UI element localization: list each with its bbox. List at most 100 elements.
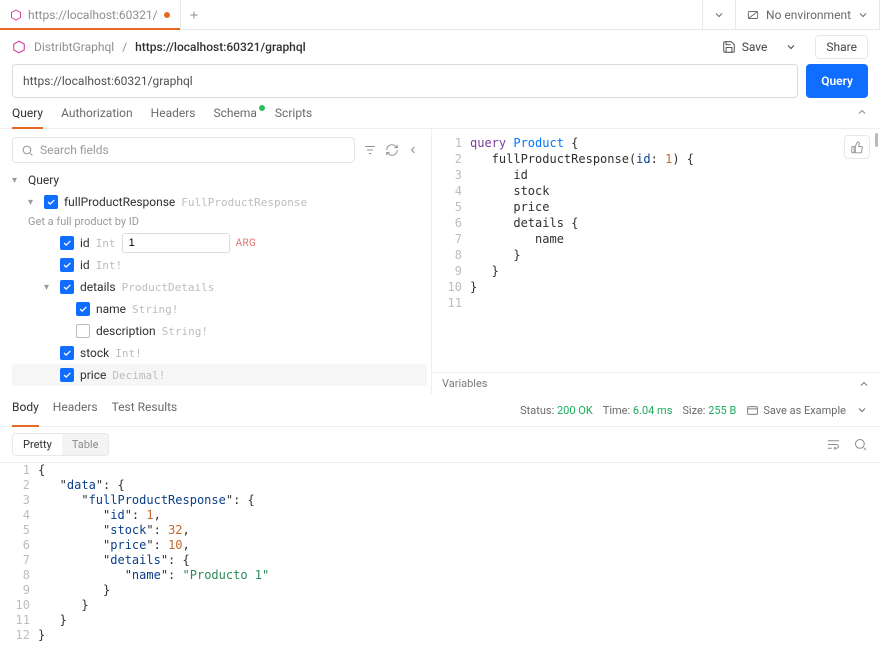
field-name: details [80,280,116,294]
checkbox[interactable] [60,236,74,250]
breadcrumb-item[interactable]: https://localhost:60321/graphql [135,40,306,54]
schema-field-id[interactable]: id Int! [12,254,427,276]
response-body[interactable]: 123456789101112 { "data": { "fullProduct… [0,462,880,643]
query-editor-panel: 1234567891011 query Product { fullProduc… [432,129,880,394]
checkbox[interactable] [60,368,74,382]
field-name: id [80,258,90,272]
collapse-request-button[interactable] [856,106,868,128]
view-mode-segment: Pretty Table [12,433,109,456]
chevron-down-icon [713,9,725,21]
chevron-down-icon: ▾ [28,197,38,208]
chevron-down-icon: ▾ [44,282,54,293]
save-as-example-button[interactable]: Save as Example [746,404,846,417]
response-tab-testresults[interactable]: Test Results [112,400,178,420]
tab-scripts[interactable]: Scripts [275,106,312,128]
environment-label: No environment [766,8,851,22]
filter-button[interactable] [363,143,377,157]
editor-code[interactable]: query Product { fullProductResponse(id: … [470,135,880,311]
breadcrumb-sep: / [122,40,127,54]
save-label: Save [742,40,768,54]
tab-schema[interactable]: Schema [213,106,256,128]
tab-overflow-button[interactable] [703,0,736,29]
arg-tag: ARG [236,238,257,249]
response-tab-body[interactable]: Body [12,400,39,420]
tab-schema-label: Schema [213,106,256,120]
checkbox[interactable] [60,280,74,294]
schema-field-stock[interactable]: stock Int! [12,342,427,364]
checkbox[interactable] [76,302,90,316]
send-query-button[interactable]: Query [806,64,868,98]
tab-headers[interactable]: Headers [151,106,196,128]
refresh-schema-button[interactable] [385,143,399,157]
response-tab-headers[interactable]: Headers [53,400,98,420]
chevron-up-icon [856,106,868,118]
url-row: https://localhost:60321/graphql Query [0,64,880,98]
beautify-button[interactable] [844,135,870,159]
schema-field-price[interactable]: price Decimal! [12,364,427,386]
graphql-icon [12,40,26,54]
query-label: Query [821,74,853,88]
response-header: Body Headers Test Results Status: 200 OK… [0,394,880,427]
field-type: String! [162,325,208,338]
view-table[interactable]: Table [62,434,109,455]
query-editor[interactable]: 1234567891011 query Product { fullProduc… [432,129,880,311]
arg-name: id [80,236,90,250]
environment-selector[interactable]: No environment [736,0,879,29]
schema-field-description[interactable]: description String! [12,320,427,342]
request-tab[interactable]: https://localhost:60321/ [0,0,181,29]
url-input[interactable]: https://localhost:60321/graphql [12,64,798,98]
environment-area: No environment [702,0,880,29]
chevron-down-icon: ▾ [12,175,22,186]
schema-arg-id: id Int ARG [12,232,427,254]
schema-field-fullproductresponse[interactable]: ▾ fullProductResponse FullProductRespons… [12,191,427,213]
chevron-left-icon [407,144,419,156]
save-button[interactable]: Save [716,36,774,58]
search-icon[interactable] [853,437,868,452]
status-label: Status: [520,404,554,417]
url-value: https://localhost:60321/graphql [23,74,193,88]
save-icon [722,40,736,54]
request-subtabs: Query Authorization Headers Schema Scrip… [0,98,880,129]
checkbox[interactable] [60,258,74,272]
graphql-icon [10,9,22,21]
size-value: 255 B [708,404,736,417]
arg-value-input[interactable] [122,233,230,253]
checkbox[interactable] [76,324,90,338]
field-type: Decimal! [112,369,165,382]
view-pretty[interactable]: Pretty [13,434,62,455]
scrollbar[interactable] [875,133,878,147]
checkbox[interactable] [44,195,58,209]
field-name: stock [80,346,109,360]
collapse-explorer-button[interactable] [407,144,419,156]
size-label: Size: [682,404,705,417]
save-options-button[interactable] [781,37,801,57]
refresh-icon [385,143,399,157]
filter-icon [363,143,377,157]
schema-root-query[interactable]: ▾ Query [12,169,427,191]
variables-section[interactable]: Variables [432,372,880,394]
response-status: Status: 200 OK Time: 6.04 ms Size: 255 B… [520,404,868,417]
field-type: Int! [115,347,142,360]
schema-field-name[interactable]: name String! [12,298,427,320]
query-split: Search fields ▾ Query ▾ fullProductRespo… [0,129,880,394]
wrap-icon[interactable] [826,437,841,452]
tab-url: https://localhost:60321/ [28,8,158,22]
editor-gutter: 1234567891011 [432,135,470,311]
chevron-down-icon [857,9,869,21]
schema-field-details[interactable]: ▾ details ProductDetails [12,276,427,298]
no-environment-icon [746,8,760,22]
time-label: Time: [603,404,630,417]
tab-query[interactable]: Query [12,106,43,128]
field-name: name [96,302,126,316]
checkbox[interactable] [60,346,74,360]
breadcrumb-collection[interactable]: DistribtGraphql [34,40,114,54]
tab-authorization[interactable]: Authorization [61,106,133,128]
field-type: String! [132,303,178,316]
share-button[interactable]: Share [815,35,868,59]
new-tab-button[interactable] [181,0,207,29]
save-example-label: Save as Example [763,404,846,417]
plus-icon [188,9,200,21]
chevron-down-icon[interactable] [856,404,868,416]
schema-search-input[interactable]: Search fields [12,137,355,163]
response-code[interactable]: { "data": { "fullProductResponse": { "id… [38,463,880,643]
